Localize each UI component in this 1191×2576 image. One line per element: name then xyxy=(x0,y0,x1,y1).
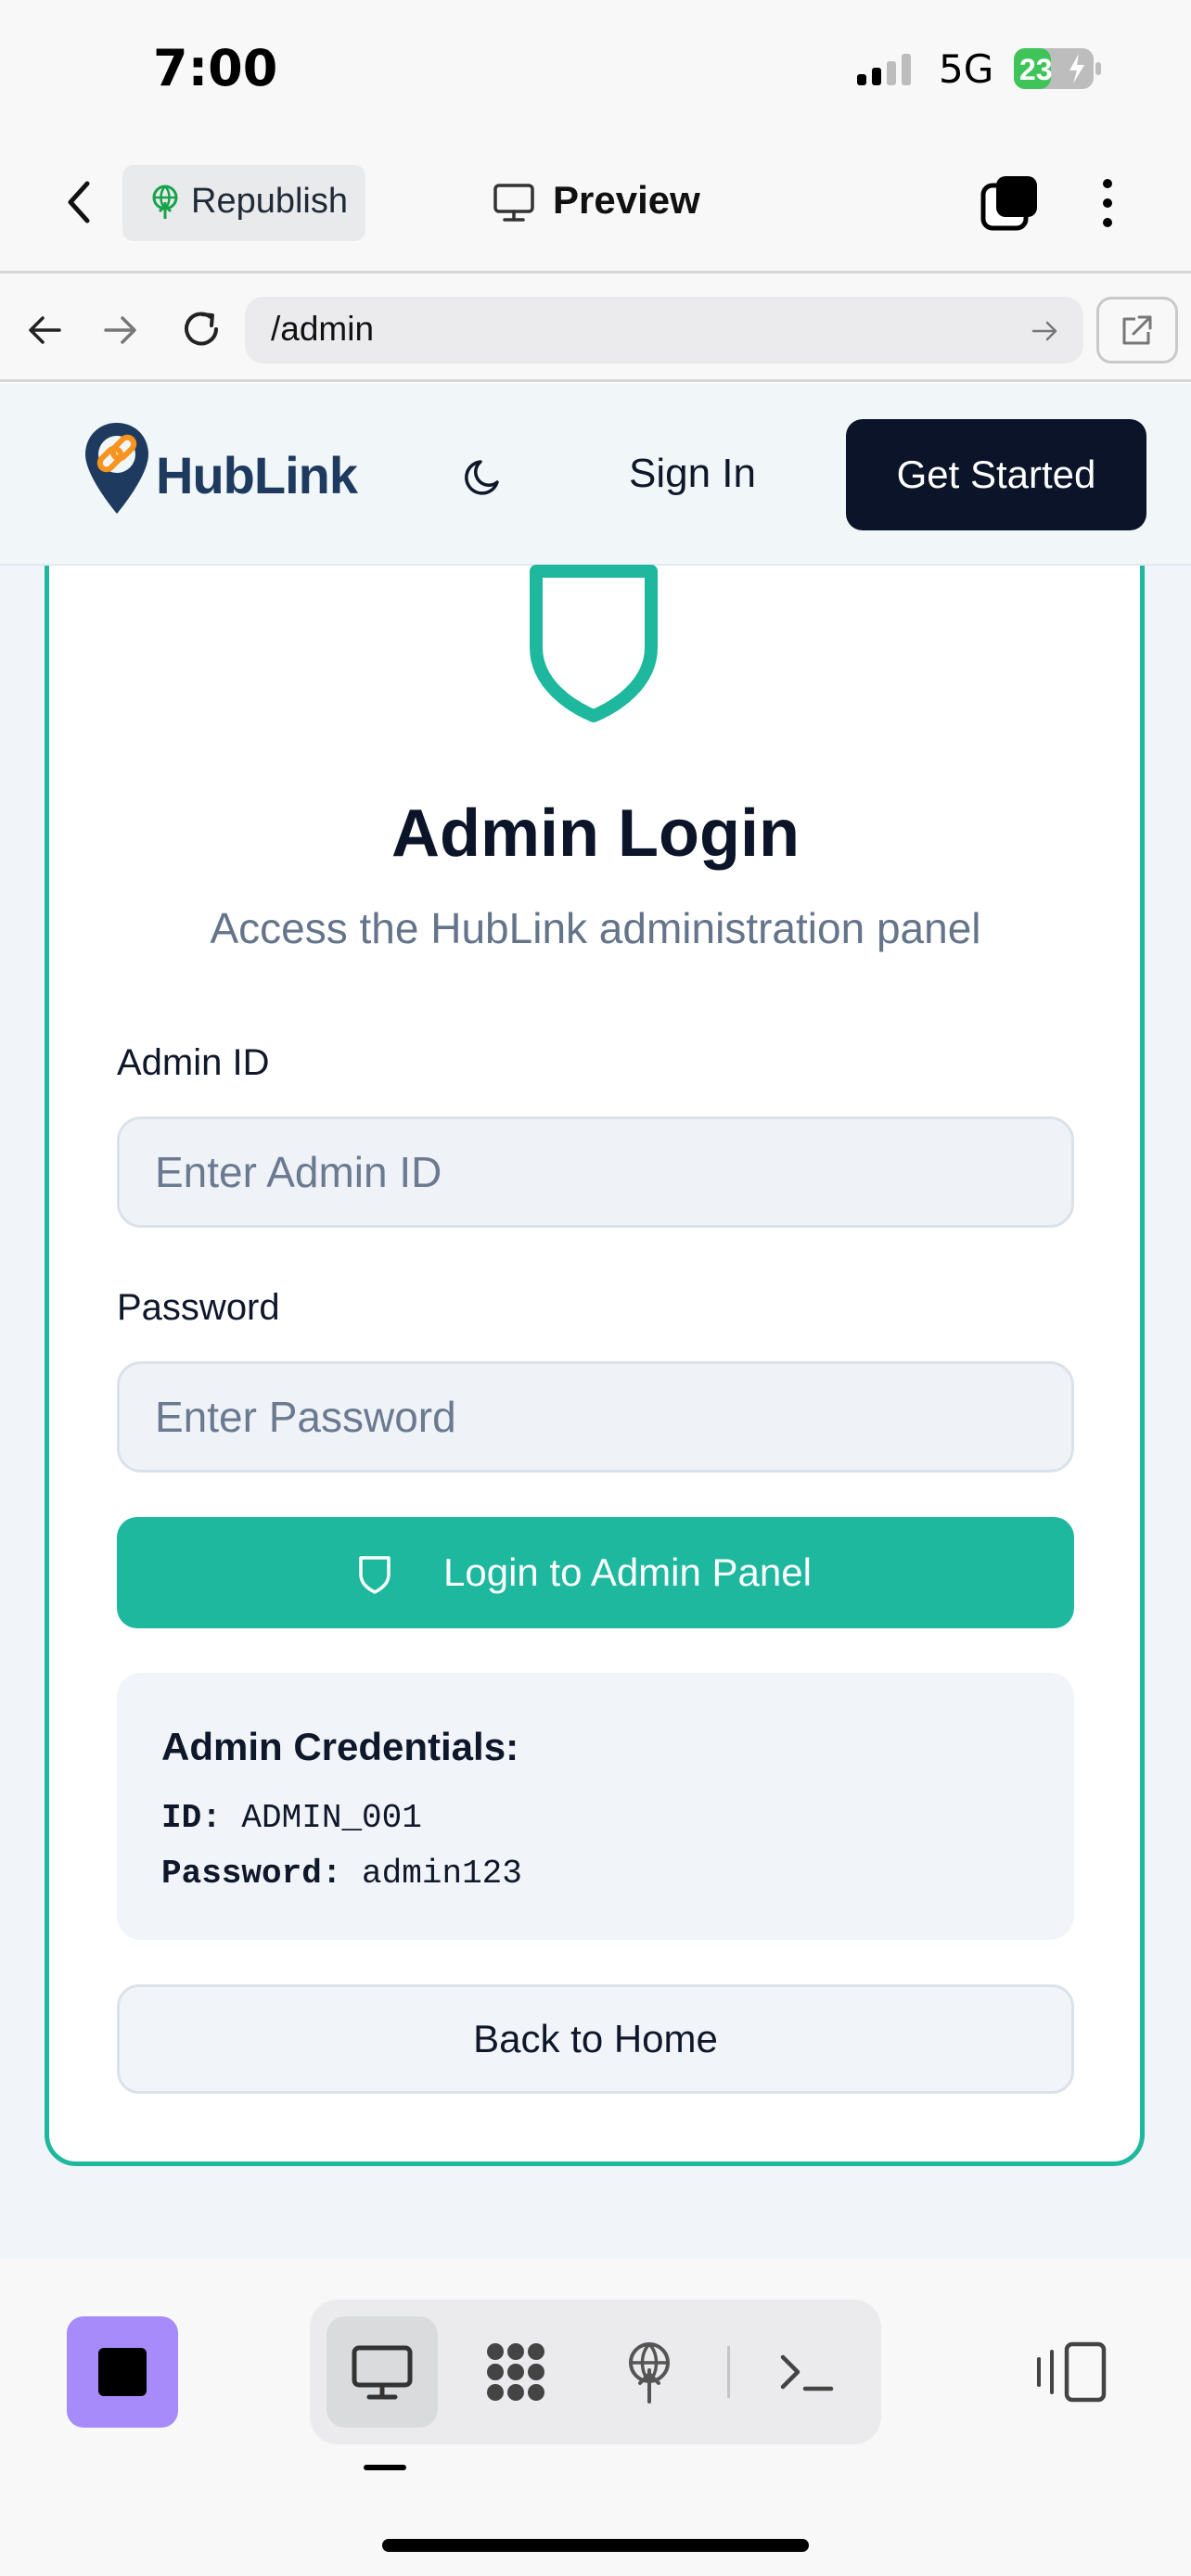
url-text: /admin xyxy=(271,310,375,348)
dock-divider xyxy=(727,2346,730,2398)
page-subtitle: Access the HubLink administration panel xyxy=(210,904,981,952)
preview-label[interactable]: Preview xyxy=(553,178,700,223)
active-tab-indicator xyxy=(364,2465,406,2470)
logo-icon xyxy=(85,423,148,514)
credentials-password-value: admin123 xyxy=(362,1855,522,1893)
tabs-icon[interactable] xyxy=(980,172,1041,234)
signal-icon xyxy=(857,54,911,85)
reload-icon[interactable] xyxy=(178,306,224,352)
arrow-right-icon[interactable] xyxy=(100,310,141,351)
page-title: Admin Login xyxy=(391,797,800,871)
admin-id-label: Admin ID xyxy=(117,1042,270,1083)
credentials-id-value: ADMIN_001 xyxy=(241,1799,422,1837)
apps-grid-icon[interactable] xyxy=(482,2339,549,2405)
monitor-icon xyxy=(493,184,534,222)
credentials-id-key: ID: xyxy=(161,1799,222,1837)
password-input[interactable] xyxy=(117,1361,1074,1473)
logo-text[interactable]: HubLink xyxy=(156,445,358,505)
svg-text:23: 23 xyxy=(1019,53,1053,86)
split-view-icon[interactable] xyxy=(1031,2339,1109,2405)
credentials-id: ID: ADMIN_001 xyxy=(161,1799,422,1837)
home-indicator xyxy=(382,2539,809,2552)
globe-deploy-icon[interactable] xyxy=(616,2339,683,2405)
status-time: 7:00 xyxy=(153,39,278,97)
shield-icon xyxy=(359,1556,391,1594)
admin-id-input[interactable] xyxy=(117,1116,1074,1228)
monitor-icon[interactable] xyxy=(349,2339,416,2405)
shield-icon xyxy=(530,565,658,722)
sign-in-link[interactable]: Sign In xyxy=(629,451,756,497)
login-button-label: Login to Admin Panel xyxy=(443,1550,812,1594)
external-link-icon xyxy=(1122,315,1152,345)
moon-icon[interactable] xyxy=(460,454,506,501)
arrow-right-icon[interactable] xyxy=(1030,315,1061,347)
chevron-left-icon[interactable] xyxy=(56,174,102,230)
globe-upload-icon xyxy=(152,185,178,219)
back-home-button[interactable]: Back to Home xyxy=(117,1984,1074,2094)
republish-label: Republish xyxy=(191,182,348,221)
stop-icon xyxy=(98,2348,147,2396)
credentials-password-key: Password: xyxy=(161,1855,342,1893)
battery-icon: 23 xyxy=(1014,48,1101,89)
get-started-button[interactable]: Get Started xyxy=(846,419,1146,530)
credentials-title: Admin Credentials: xyxy=(161,1725,519,1768)
more-vertical-icon[interactable] xyxy=(1091,172,1124,234)
arrow-left-icon[interactable] xyxy=(24,310,65,351)
credentials-password: Password: admin123 xyxy=(161,1855,522,1893)
network-type: 5G xyxy=(939,46,994,92)
terminal-icon[interactable] xyxy=(774,2339,840,2405)
password-label: Password xyxy=(117,1287,280,1328)
